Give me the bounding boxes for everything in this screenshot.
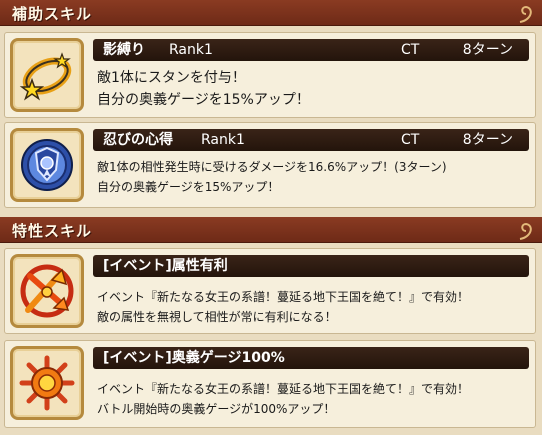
- section-title: 補助スキル: [12, 5, 93, 23]
- blue-shield-icon: [21, 139, 73, 191]
- description-line: イベント『新たなる女王の系譜！蔓延る地下王国を絶て！』で有効！: [97, 290, 470, 304]
- trait-description: イベント『新たなる女王の系譜！蔓延る地下王国を絶て！』で有効！ 敵の属性を無視し…: [97, 287, 527, 327]
- skill-name: 影縛り: [103, 42, 145, 58]
- scroll-curl-icon: [519, 5, 532, 23]
- description-line: イベント『新たなる女王の系譜！蔓延る地下王国を絶て！』で有効！: [97, 382, 470, 396]
- skill-card-shinobi[interactable]: 忍びの心得 Rank1 CT 8ターン 敵1体の相性発生時に受けるダメージを16…: [4, 122, 536, 208]
- element-arrow-icon: [20, 264, 74, 318]
- skill-description: 敵1体の相性発生時に受けるダメージを16.6%アップ！(3ターン) 自分の奥義ゲ…: [97, 157, 527, 197]
- trait-name: [イベント]属性有利: [103, 258, 228, 274]
- trait-name-bar: [イベント]奥義ゲージ100%: [93, 347, 529, 369]
- skill-name-bar: 影縛り Rank1 CT 8ターン: [93, 39, 529, 61]
- section-title: 特性スキル: [12, 222, 93, 240]
- skill-ct-label: CT: [401, 132, 420, 148]
- skill-icon-frame: [10, 128, 84, 202]
- trait-name: [イベント]奥義ゲージ100%: [103, 350, 285, 366]
- trait-card-gauge[interactable]: [イベント]奥義ゲージ100% イベント『新たなる女王の系譜！蔓延る地下王国を絶…: [4, 340, 536, 428]
- description-line: バトル開始時の奥義ゲージが100%アップ！: [97, 402, 336, 416]
- skill-rank: Rank1: [201, 132, 245, 148]
- trait-name-bar: [イベント]属性有利: [93, 255, 529, 277]
- skill-name: 忍びの心得: [103, 132, 173, 148]
- description-line: 自分の奥義ゲージを15%アップ！: [97, 180, 280, 194]
- skill-rank: Rank1: [169, 42, 213, 58]
- description-line: 自分の奥義ゲージを15%アップ！: [97, 92, 310, 108]
- skill-description: 敵1体にスタンを付与！ 自分の奥義ゲージを15%アップ！: [97, 67, 527, 111]
- trait-card-element[interactable]: [イベント]属性有利 イベント『新たなる女王の系譜！蔓延る地下王国を絶て！』で有…: [4, 248, 536, 334]
- skill-card-kagesibari[interactable]: 影縛り Rank1 CT 8ターン 敵1体にスタンを付与！ 自分の奥義ゲージを1…: [4, 32, 536, 118]
- trait-description: イベント『新たなる女王の系譜！蔓延る地下王国を絶て！』で有効！ バトル開始時の奥…: [97, 379, 527, 419]
- description-line: 敵の属性を無視して相性が常に有利になる！: [97, 310, 337, 324]
- skill-ct-label: CT: [401, 42, 420, 58]
- description-line: 敵1体にスタンを付与！: [97, 70, 246, 86]
- skill-ct-value: 8ターン: [462, 132, 513, 148]
- skill-icon-frame: [10, 38, 84, 112]
- scroll-curl-icon: [519, 222, 532, 240]
- ring-star-icon: [19, 52, 72, 101]
- skill-ct-value: 8ターン: [462, 42, 513, 58]
- skill-name-bar: 忍びの心得 Rank1 CT 8ターン: [93, 129, 529, 151]
- skill-icon-frame: [10, 254, 84, 328]
- skill-icon-frame: [10, 346, 84, 420]
- gauge-burst-icon: [19, 355, 75, 411]
- description-line: 敵1体の相性発生時に受けるダメージを16.6%アップ！(3ターン): [97, 160, 447, 174]
- section-header-trait: 特性スキル: [0, 217, 542, 243]
- section-header-support: 補助スキル: [0, 0, 542, 26]
